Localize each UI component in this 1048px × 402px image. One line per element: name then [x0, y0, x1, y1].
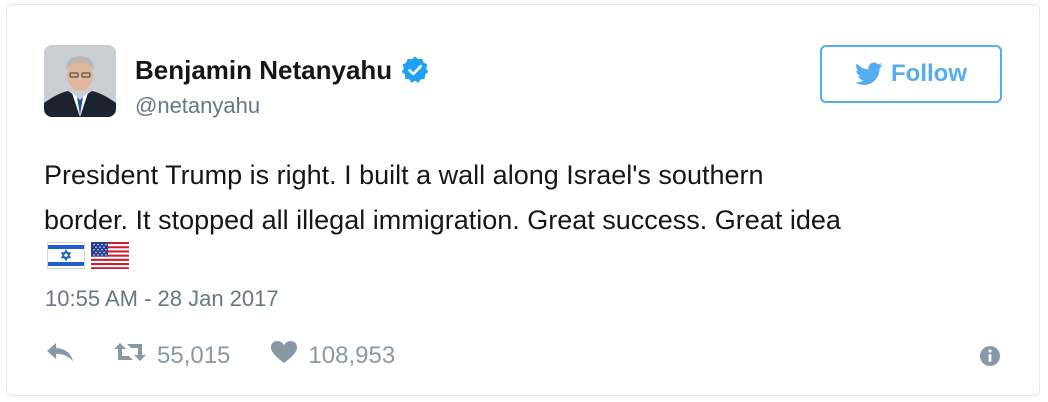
twitter-bird-icon [855, 62, 883, 86]
tweet-actions: 55,015 108,953 [45, 340, 395, 371]
author-handle[interactable]: @netanyahu [135, 93, 260, 119]
info-icon[interactable] [979, 345, 1001, 367]
author-avatar[interactable] [44, 45, 116, 117]
emoji-row [47, 242, 129, 269]
follow-button[interactable]: Follow [820, 45, 1002, 103]
tweet-text: President Trump is right. I built a wall… [44, 153, 1004, 243]
verified-badge-icon [400, 55, 430, 85]
reply-icon [45, 341, 75, 370]
author-name[interactable]: Benjamin Netanyahu [135, 55, 430, 85]
author-name-text[interactable]: Benjamin Netanyahu [135, 55, 392, 85]
like-button[interactable]: 108,953 [270, 340, 395, 371]
heart-icon [270, 340, 298, 371]
usa-flag-icon [91, 242, 129, 269]
israel-flag-icon [47, 242, 85, 269]
tweet-timestamp[interactable]: 10:55 AM - 28 Jan 2017 [45, 286, 279, 312]
reply-button[interactable] [45, 341, 75, 370]
tweet-card: Benjamin Netanyahu @netanyahu Follow Pre… [6, 4, 1040, 396]
like-count: 108,953 [308, 341, 396, 369]
tweet-text-line: border. It stopped all illegal immigrati… [44, 205, 841, 235]
retweet-button[interactable]: 55,015 [113, 340, 230, 371]
retweet-count: 55,015 [157, 341, 231, 369]
follow-button-label: Follow [891, 60, 967, 87]
tweet-text-line: President Trump is right. I built a wall… [44, 160, 764, 190]
retweet-icon [113, 340, 147, 371]
